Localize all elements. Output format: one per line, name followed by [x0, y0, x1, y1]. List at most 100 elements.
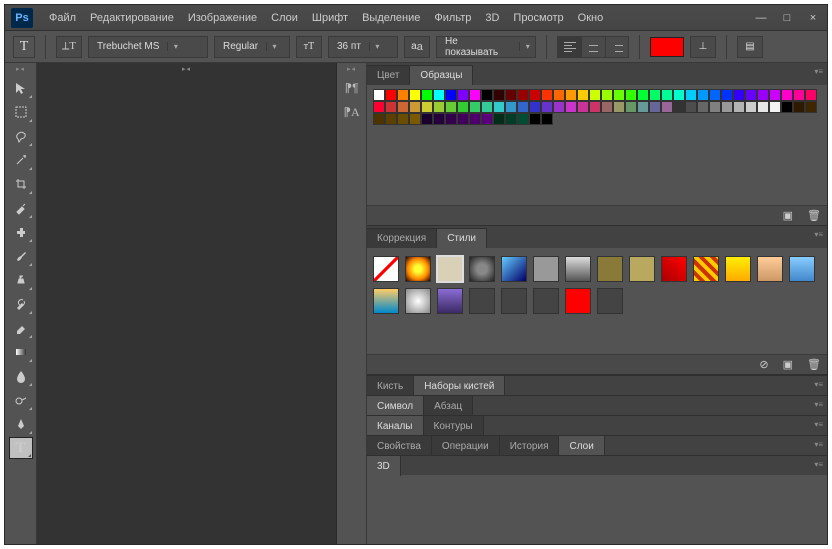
color-swatch[interactable]	[481, 101, 493, 113]
dock-icon-2[interactable]: ⁋A	[340, 101, 364, 123]
color-swatch[interactable]	[433, 101, 445, 113]
color-swatch[interactable]	[433, 113, 445, 125]
color-swatch[interactable]	[745, 89, 757, 101]
color-swatch[interactable]	[685, 101, 697, 113]
eraser-tool[interactable]	[9, 317, 33, 339]
color-swatch[interactable]	[421, 89, 433, 101]
color-swatch[interactable]	[745, 101, 757, 113]
layer-style-preset[interactable]	[501, 256, 527, 282]
panel-menu-icon[interactable]: ▾≡	[814, 67, 823, 76]
tab-color[interactable]: Цвет	[367, 65, 410, 85]
color-swatch[interactable]	[577, 89, 589, 101]
font-style-dropdown[interactable]: Regular▾	[214, 36, 290, 58]
clone-stamp-tool[interactable]	[9, 269, 33, 291]
color-swatch[interactable]	[469, 113, 481, 125]
layer-style-preset[interactable]	[405, 256, 431, 282]
layer-style-preset[interactable]	[629, 256, 655, 282]
color-swatch[interactable]	[433, 89, 445, 101]
panel-menu-icon[interactable]: ▾≡	[814, 380, 823, 389]
color-swatch[interactable]	[409, 89, 421, 101]
active-tool-indicator[interactable]: T	[13, 36, 35, 58]
panel-menu-icon[interactable]: ▾≡	[814, 460, 823, 469]
color-swatch[interactable]	[793, 101, 805, 113]
color-swatch[interactable]	[649, 101, 661, 113]
color-swatch[interactable]	[757, 89, 769, 101]
color-swatch[interactable]	[505, 101, 517, 113]
menu-layers[interactable]: Слои	[271, 12, 298, 24]
color-swatch[interactable]	[505, 89, 517, 101]
color-swatch[interactable]	[493, 89, 505, 101]
color-swatch[interactable]	[565, 89, 577, 101]
layer-style-preset[interactable]	[693, 256, 719, 282]
color-swatch[interactable]	[397, 113, 409, 125]
menu-select[interactable]: Выделение	[362, 12, 420, 24]
panel-menu-icon[interactable]: ▾≡	[814, 440, 823, 449]
magic-wand-tool[interactable]	[9, 149, 33, 171]
color-swatch[interactable]	[469, 89, 481, 101]
layer-style-preset[interactable]	[533, 288, 559, 314]
panel-menu-icon[interactable]: ▾≡	[814, 400, 823, 409]
history-brush-tool[interactable]	[9, 293, 33, 315]
window-close-button[interactable]: ×	[805, 12, 821, 24]
tab-swatches[interactable]: Образцы	[410, 65, 473, 85]
color-swatch[interactable]	[793, 89, 805, 101]
color-swatch[interactable]	[373, 89, 385, 101]
menu-view[interactable]: Просмотр	[513, 12, 563, 24]
color-swatch[interactable]	[697, 89, 709, 101]
type-tool[interactable]: T	[9, 437, 33, 459]
delete-style-icon[interactable]: 🗑	[807, 358, 821, 371]
dock-icon-1[interactable]: ⁋¶	[340, 77, 364, 99]
healing-brush-tool[interactable]	[9, 221, 33, 243]
panel-menu-icon[interactable]: ▾≡	[814, 420, 823, 429]
tab-properties[interactable]: Свойства	[367, 436, 432, 456]
color-swatch[interactable]	[493, 101, 505, 113]
layer-style-preset[interactable]	[565, 288, 591, 314]
color-swatch[interactable]	[421, 101, 433, 113]
color-swatch[interactable]	[649, 89, 661, 101]
color-swatch[interactable]	[589, 101, 601, 113]
color-swatch[interactable]	[613, 101, 625, 113]
layer-style-preset[interactable]	[373, 256, 399, 282]
layer-style-preset[interactable]	[565, 256, 591, 282]
color-swatch[interactable]	[625, 101, 637, 113]
color-swatch[interactable]	[805, 101, 817, 113]
color-swatch[interactable]	[601, 89, 613, 101]
color-swatch[interactable]	[673, 89, 685, 101]
color-swatch[interactable]	[541, 101, 553, 113]
tab-styles[interactable]: Стили	[437, 228, 487, 248]
layer-style-preset[interactable]	[437, 288, 463, 314]
tab-history[interactable]: История	[500, 436, 560, 456]
color-swatch[interactable]	[601, 101, 613, 113]
layer-style-preset[interactable]	[533, 256, 559, 282]
move-tool[interactable]	[9, 77, 33, 99]
tab-character[interactable]: Символ	[367, 396, 424, 416]
color-swatch[interactable]	[565, 101, 577, 113]
tab-brush-presets[interactable]: Наборы кистей	[414, 376, 505, 396]
marquee-tool[interactable]	[9, 101, 33, 123]
brush-tool[interactable]	[9, 245, 33, 267]
pen-tool[interactable]	[9, 413, 33, 435]
menu-edit[interactable]: Редактирование	[90, 12, 174, 24]
color-swatch[interactable]	[625, 89, 637, 101]
color-swatch[interactable]	[529, 101, 541, 113]
color-swatch[interactable]	[733, 89, 745, 101]
menu-filter[interactable]: Фильтр	[434, 12, 471, 24]
color-swatch[interactable]	[613, 89, 625, 101]
eyedropper-tool[interactable]	[9, 197, 33, 219]
color-swatch[interactable]	[481, 113, 493, 125]
color-swatch[interactable]	[481, 89, 493, 101]
warp-text-button[interactable]: ⊥	[690, 36, 716, 58]
color-swatch[interactable]	[373, 113, 385, 125]
menu-image[interactable]: Изображение	[188, 12, 257, 24]
new-style-icon[interactable]: ▣	[783, 358, 793, 371]
color-swatch[interactable]	[805, 89, 817, 101]
no-style-icon[interactable]: ⊘	[759, 358, 768, 371]
color-swatch[interactable]	[661, 89, 673, 101]
color-swatch[interactable]	[769, 89, 781, 101]
align-right-button[interactable]	[605, 36, 629, 58]
align-left-button[interactable]	[557, 36, 581, 58]
color-swatch[interactable]	[577, 101, 589, 113]
color-swatch[interactable]	[529, 113, 541, 125]
color-swatch[interactable]	[541, 113, 553, 125]
color-swatch[interactable]	[517, 89, 529, 101]
